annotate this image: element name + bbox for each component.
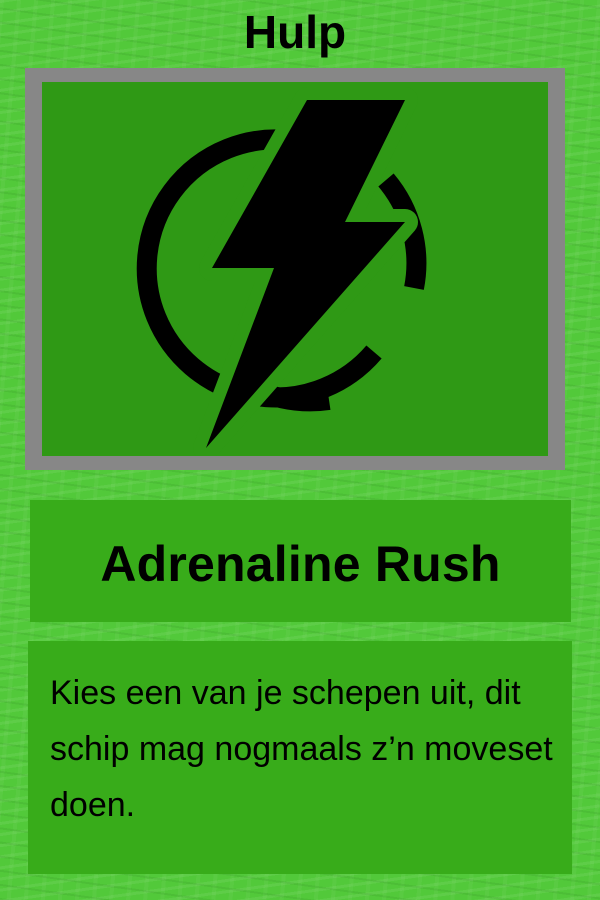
card-art-frame: [25, 68, 565, 470]
lightning-power-icon: [136, 87, 427, 456]
card-title: Adrenaline Rush: [100, 536, 501, 592]
card-description: Kies een van je schepen uit, dit schip m…: [50, 674, 553, 824]
card-description-panel: Kies een van je schepen uit, dit schip m…: [28, 641, 572, 874]
card-art: [42, 82, 548, 456]
card-title-panel: Adrenaline Rush: [30, 500, 571, 622]
card-category: Hulp: [243, 6, 347, 58]
